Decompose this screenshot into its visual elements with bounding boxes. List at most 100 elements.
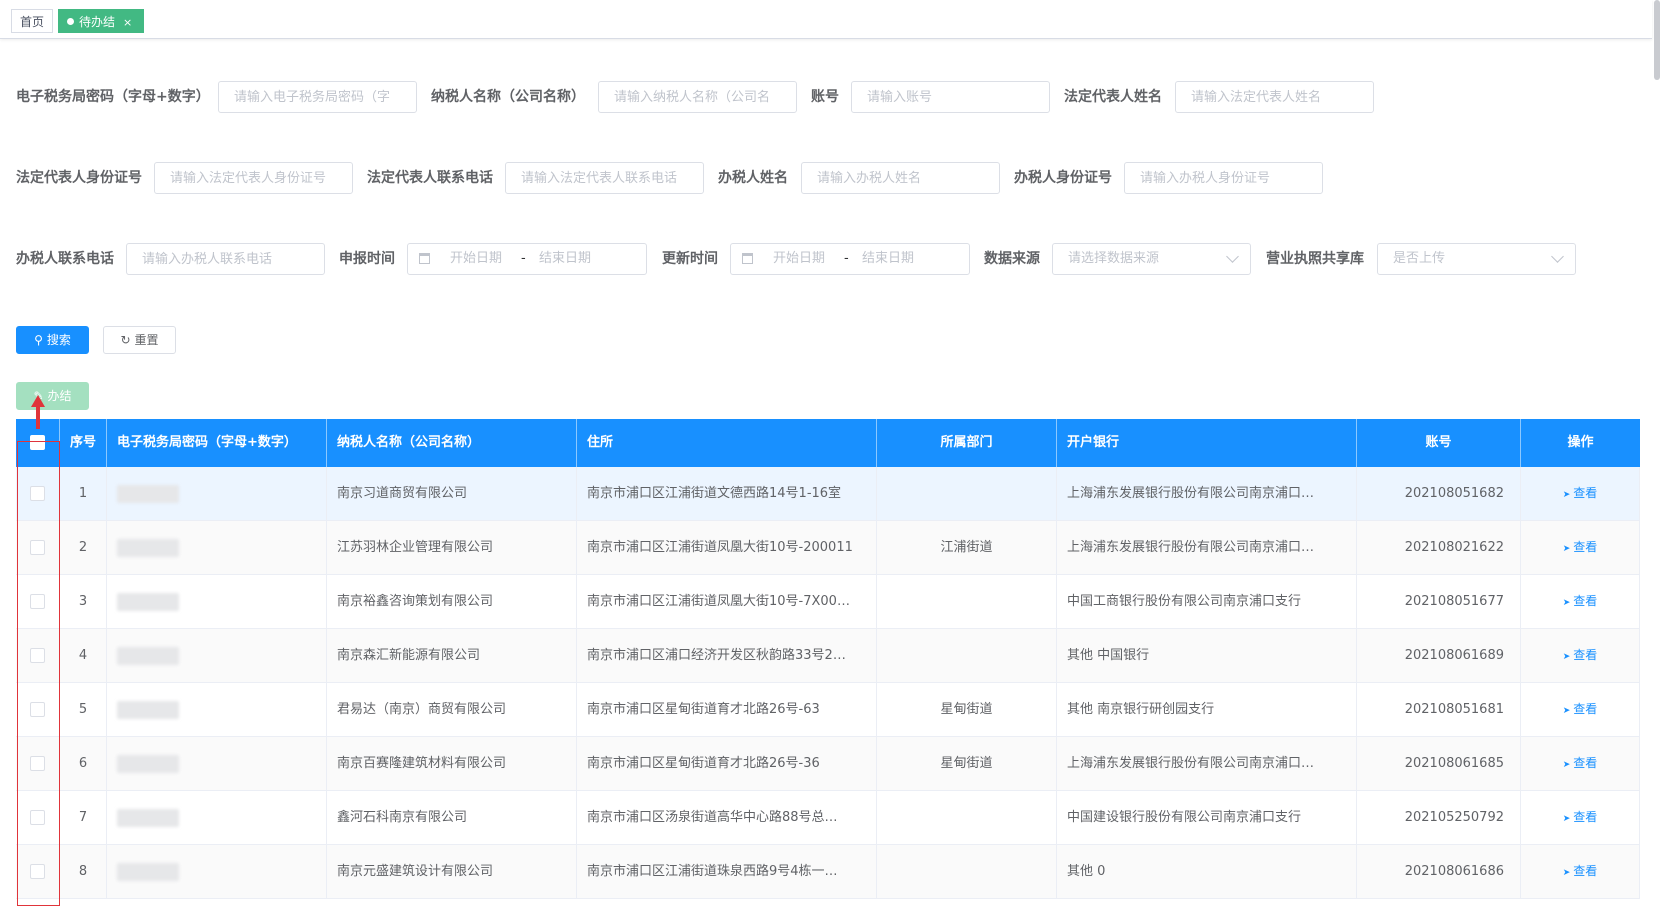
chevron-down-icon (1226, 250, 1239, 263)
cell-dept (877, 575, 1057, 628)
input-agent-phone[interactable] (126, 243, 325, 275)
view-link[interactable]: ➤ 查看 (1563, 864, 1597, 878)
input-agent-id[interactable] (1124, 162, 1323, 194)
table-row[interactable]: 6 南京百赛隆建筑材料有限公司 南京市浦口区星甸街道育才北路26号-36 星甸街道 上海… (16, 737, 1640, 791)
cell-actions: ➤ 查看 (1521, 683, 1640, 736)
view-link[interactable]: ➤ 查看 (1563, 540, 1597, 554)
cell-name: 南京习道商贸有限公司 (327, 467, 577, 520)
cell-account: 202108051682 (1357, 467, 1521, 520)
update-start-date[interactable]: 开始日期 (773, 244, 825, 274)
table-row[interactable]: 8 南京元盛建筑设计有限公司 南京市浦口区江浦街道珠泉西路9号4栋一… 其他 0 202… (16, 845, 1640, 899)
label-agent-name: 办税人姓名 (718, 170, 788, 186)
input-legal-rep-phone[interactable] (505, 162, 704, 194)
header-taxpayer-name: 纳税人名称（公司名称） (327, 419, 577, 467)
label-data-source: 数据来源 (984, 251, 1040, 267)
select-data-source[interactable]: 请选择数据来源 (1052, 243, 1251, 275)
table-row[interactable]: 5 君易达（南京）商贸有限公司 南京市浦口区星甸街道育才北路26号-63 星甸街道 其他… (16, 683, 1640, 737)
report-start-date[interactable]: 开始日期 (450, 244, 502, 274)
view-link-label: 查看 (1573, 702, 1598, 716)
select-all-checkbox[interactable] (30, 435, 45, 450)
tab-home[interactable]: 首页 (11, 9, 53, 33)
cell-tax-password-redacted (107, 467, 327, 520)
cell-tax-password-redacted (107, 575, 327, 628)
redacted-value (117, 700, 179, 719)
header-account: 账号 (1357, 419, 1521, 467)
header-actions: 操作 (1567, 435, 1594, 450)
row-checkbox[interactable] (30, 540, 45, 555)
input-agent-name[interactable] (801, 162, 1000, 194)
refresh-icon: ↻ (120, 333, 131, 347)
input-legal-rep-id[interactable] (154, 162, 353, 194)
table-row[interactable]: 7 鑫河石科南京有限公司 南京市浦口区汤泉街道高华中心路88号总… 中国建设银行股份有… (16, 791, 1640, 845)
tags-view-bar: 首页 待办结 × (0, 0, 1652, 39)
row-checkbox[interactable] (30, 810, 45, 825)
row-checkbox[interactable] (30, 594, 45, 609)
page-scrollbar[interactable] (1654, 0, 1660, 80)
cell-account: 202108061685 (1357, 737, 1521, 790)
cell-no: 1 (60, 467, 107, 520)
cell-bank: 其他 南京银行研创园支行 (1057, 683, 1357, 736)
row-checkbox[interactable] (30, 702, 45, 717)
cell-tax-password-redacted (107, 629, 327, 682)
cell-no: 2 (60, 521, 107, 574)
view-link[interactable]: ➤ 查看 (1563, 648, 1597, 662)
row-checkbox[interactable] (30, 486, 45, 501)
cell-address: 南京市浦口区江浦街道珠泉西路9号4栋一… (577, 845, 877, 898)
table-row[interactable]: 4 南京森汇新能源有限公司 南京市浦口区浦口经济开发区秋韵路33号2… 其他 中国银行… (16, 629, 1640, 683)
cell-bank: 上海浦东发展银行股份有限公司南京浦口… (1057, 521, 1357, 574)
close-icon[interactable]: × (123, 16, 132, 29)
input-legal-rep-name[interactable] (1175, 81, 1374, 113)
input-taxpayer-name[interactable] (598, 81, 797, 113)
update-end-date[interactable]: 结束日期 (862, 244, 914, 274)
cell-no: 3 (60, 575, 107, 628)
cell-actions: ➤ 查看 (1521, 575, 1640, 628)
tab-pending[interactable]: 待办结 × (58, 9, 144, 33)
calendar-icon (742, 253, 753, 264)
cell-tax-password-redacted (107, 791, 327, 844)
cell-name: 南京森汇新能源有限公司 (327, 629, 577, 682)
row-checkbox[interactable] (30, 648, 45, 663)
view-link[interactable]: ➤ 查看 (1563, 594, 1597, 608)
report-end-date[interactable]: 结束日期 (539, 244, 591, 274)
search-button[interactable]: ⚲ 搜索 (16, 326, 89, 354)
send-icon: ➤ (1562, 814, 1574, 824)
view-link-label: 查看 (1573, 648, 1598, 662)
row-checkbox[interactable] (30, 864, 45, 879)
select-license-upload[interactable]: 是否上传 (1377, 243, 1576, 275)
report-time-range-picker[interactable]: 开始日期 - 结束日期 (407, 243, 647, 275)
chevron-down-icon (1551, 250, 1564, 263)
cell-dept: 江浦街道 (877, 521, 1057, 574)
view-link[interactable]: ➤ 查看 (1563, 486, 1597, 500)
view-link-label: 查看 (1573, 540, 1598, 554)
view-link[interactable]: ➤ 查看 (1563, 756, 1597, 770)
cell-select (16, 845, 60, 898)
cell-name: 南京元盛建筑设计有限公司 (327, 845, 577, 898)
settle-button[interactable]: ✎ 办结 (16, 382, 89, 410)
send-icon: ➤ (1562, 490, 1574, 500)
label-taxpayer-name: 纳税人名称（公司名称） (431, 89, 585, 105)
send-icon: ➤ (1562, 652, 1574, 662)
table-row[interactable]: 2 江苏羽林企业管理有限公司 南京市浦口区江浦街道凤凰大街10号-200011 江浦街… (16, 521, 1640, 575)
send-icon: ➤ (1562, 706, 1574, 716)
view-link[interactable]: ➤ 查看 (1563, 810, 1597, 824)
header-bank: 开户银行 (1057, 419, 1357, 467)
redacted-value (117, 754, 179, 773)
table-row[interactable]: 3 南京裕鑫咨询策划有限公司 南京市浦口区江浦街道凤凰大街10号-7X00… 中国工商… (16, 575, 1640, 629)
cell-actions: ➤ 查看 (1521, 737, 1640, 790)
update-time-range-picker[interactable]: 开始日期 - 结束日期 (730, 243, 970, 275)
label-legal-rep-name: 法定代表人姓名 (1064, 89, 1162, 105)
label-agent-id: 办税人身份证号 (1014, 170, 1112, 186)
send-icon: ➤ (1562, 868, 1574, 878)
cell-actions: ➤ 查看 (1521, 467, 1640, 520)
row-checkbox[interactable] (30, 756, 45, 771)
input-account[interactable] (851, 81, 1050, 113)
range-separator: - (844, 251, 849, 266)
cell-no: 6 (60, 737, 107, 790)
reset-button[interactable]: ↻ 重置 (103, 326, 176, 354)
view-link[interactable]: ➤ 查看 (1563, 702, 1597, 716)
cell-bank: 其他 0 (1057, 845, 1357, 898)
table-row[interactable]: 1 南京习道商贸有限公司 南京市浦口区江浦街道文德西路14号1-16室 上海浦东发展银… (16, 467, 1640, 521)
cell-dept (877, 845, 1057, 898)
input-tax-password[interactable] (218, 81, 417, 113)
label-legal-rep-phone: 法定代表人联系电话 (367, 170, 493, 186)
